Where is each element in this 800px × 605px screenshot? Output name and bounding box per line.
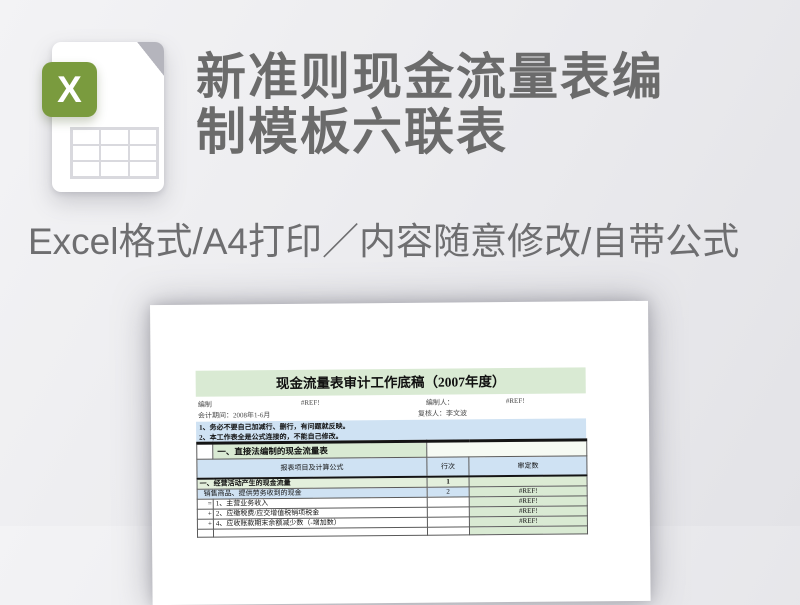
excel-x-icon: X	[42, 62, 97, 117]
title-line-2: 制模板六联表	[196, 104, 508, 160]
prepared-value: #REF!	[300, 398, 320, 407]
excel-file-icon: X	[42, 42, 164, 192]
cell-op: =	[197, 499, 214, 510]
cell-op: +	[197, 509, 214, 520]
prepared-label: 编制	[197, 400, 212, 409]
section-title: 一、直接法编制的现金流量表	[212, 441, 427, 460]
cell-line: 2	[427, 486, 470, 498]
reviewer-label: 复核人：李文波	[417, 409, 468, 418]
section-right-cell	[426, 439, 587, 458]
cell-item	[213, 527, 428, 538]
cell-line	[427, 506, 470, 518]
sheet-meta: 编制 #REF! 编制人： #REF! 会计期间：2008年1-6月 复核人：李…	[196, 395, 586, 421]
template-subtitle: Excel格式/A4打印／内容随意修改/自带公式	[28, 221, 740, 262]
col-header-item: 报表项目及计算公式	[196, 457, 428, 479]
cell-line: 1	[427, 476, 470, 488]
template-title: 新准则现金流量表编 制模板六联表	[196, 50, 664, 160]
document-preview: 现金流量表审计工作底稿（2007年度） 编制 #REF! 编制人： #REF! …	[150, 300, 651, 605]
preparer-label: 编制人：	[425, 398, 454, 407]
cell-op: +	[197, 519, 214, 530]
sheet-title: 现金流量表审计工作底稿（2007年度）	[195, 367, 586, 397]
spreadsheet-grid-icon	[70, 127, 159, 179]
preparer-value: #REF!	[505, 396, 525, 406]
excel-x-letter: X	[57, 68, 82, 110]
cell-op	[197, 529, 214, 538]
cash-flow-table: 一、直接法编制的现金流量表 报表项目及计算公式 行次 审定数 一、经营活动产生的…	[196, 438, 589, 538]
page-fold-corner-icon	[137, 42, 164, 76]
cell-value	[469, 525, 588, 535]
cell-line	[427, 526, 470, 536]
col-header-audited: 审定数	[468, 455, 588, 477]
period-label: 会计期间：2008年1-6月	[197, 411, 271, 420]
col-header-line-no: 行次	[426, 456, 470, 477]
section-op-cell	[196, 443, 213, 460]
cell-line	[427, 496, 470, 508]
title-line-1: 新准则现金流量表编	[196, 49, 664, 105]
